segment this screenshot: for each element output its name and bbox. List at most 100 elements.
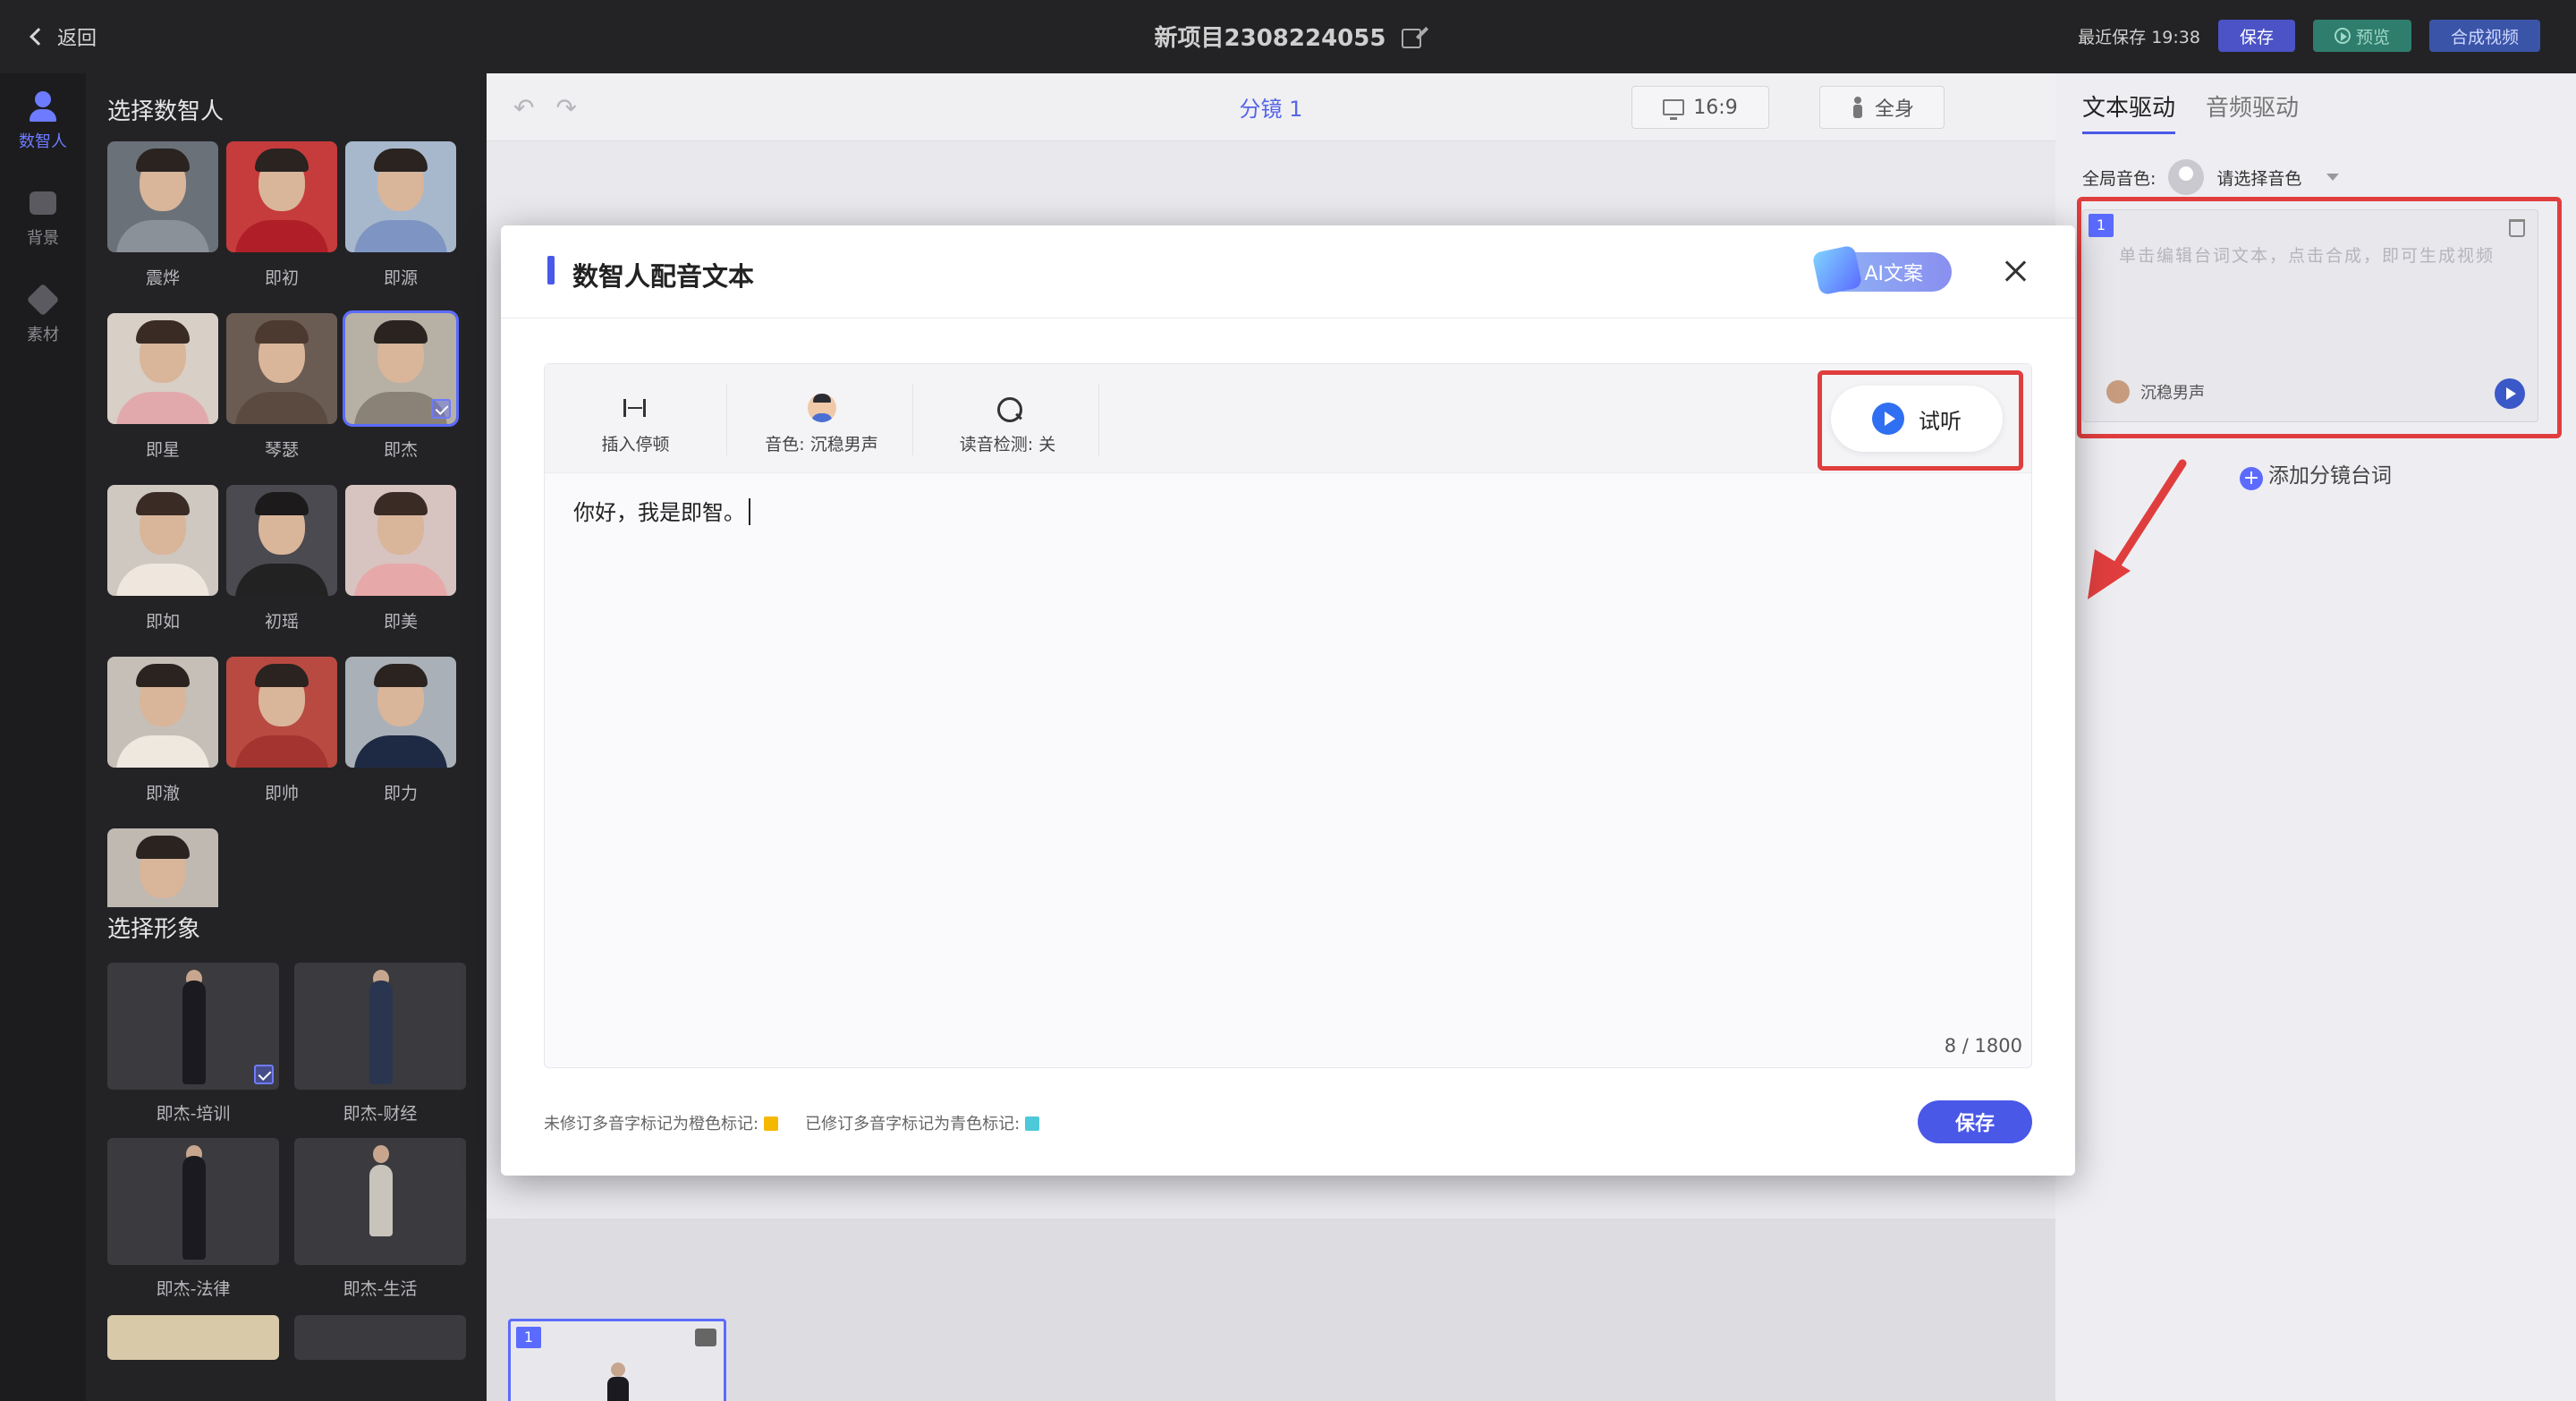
rail-item-background[interactable]: 背景 [0,170,86,267]
tool-label: 插入停顿 [601,435,670,454]
checkbox-checked-icon [254,1065,274,1084]
voice-avatar-icon [2168,159,2205,195]
rail-label: 素材 [27,326,59,344]
figure-card[interactable] [294,1315,466,1360]
tool-label: 读音检测: 关 [959,435,1056,454]
play-circle-icon [2334,28,2351,44]
figure-name: 即杰-法律 [156,1279,231,1299]
figure-card[interactable] [294,963,466,1090]
last-saved-time: 最近保存 19:38 [2078,27,2200,47]
avatar-name: 即力 [383,784,418,803]
rail-item-digital-human[interactable]: 数智人 [0,73,86,170]
rail-item-material[interactable]: 素材 [0,267,86,363]
thumbnail-figure-body [607,1377,629,1401]
avatar-name: 琴瑟 [264,440,299,460]
more-icon[interactable] [695,1329,716,1346]
scene-index: 1 [516,1327,541,1348]
cyan-swatch [1025,1117,1040,1131]
avatar-hair [374,149,428,172]
compose-button-label: 合成视频 [2450,27,2519,47]
figure-name: 即杰-培训 [156,1104,231,1124]
full-body-label: 全身 [1874,98,1914,121]
avatar-hair [374,664,428,687]
rail-label: 数智人 [19,132,67,151]
avatar-card[interactable] [345,485,456,596]
avatar-hair [255,320,309,344]
figure-card[interactable] [107,1315,279,1360]
avatar-card[interactable] [107,485,218,596]
save-button-label: 保存 [2239,27,2274,47]
voice-tool[interactable]: 音色: 沉稳男声 [731,384,913,455]
avatar-hair [255,149,309,172]
tool-label: 音色: 沉稳男声 [765,435,878,454]
figure-card-selected[interactable] [107,963,279,1090]
editor-toolbar: 插入停顿 音色: 沉稳男声 读音检测: 关 试听 [545,364,2031,473]
scene-timeline: 1 [487,1218,2055,1401]
tab-audio-drive[interactable]: 音频驱动 [2206,89,2299,134]
avatar-card[interactable] [226,141,337,252]
text-editor: 插入停顿 音色: 沉稳男声 读音检测: 关 试听 你好，我是即智。 8 / 18… [544,363,2032,1068]
preview-button-label: 预览 [2355,27,2390,47]
avatar-name: 即杰 [383,440,418,460]
global-voice-row: 全局音色: 请选择音色 [2082,159,2340,195]
avatar-card[interactable] [345,657,456,768]
avatar-shoulder [354,220,447,252]
aspect-ratio-button[interactable]: 16:9 [1631,86,1769,129]
avatar-shoulder [116,564,209,596]
avatar-shoulder [235,735,328,768]
avatar-card[interactable] [107,828,218,907]
insert-pause-tool[interactable]: 插入停顿 [545,384,727,455]
scene-thumbnail[interactable]: 1 [508,1319,726,1401]
script-text: 你好，我是即智。 [573,500,745,525]
avatar-hair [136,836,190,859]
figure-card[interactable] [107,1138,279,1265]
tab-text-drive[interactable]: 文本驱动 [2082,89,2176,134]
ai-copy-button[interactable]: AI文案 [1811,244,1952,296]
legend-cyan-label: 已修订多音字标记为青色标记: [805,1115,1021,1134]
full-body-button[interactable]: 全身 [1819,86,1945,129]
avatar-card[interactable] [345,141,456,252]
modal-save-button[interactable]: 保存 [1918,1100,2032,1143]
rail-label: 背景 [27,229,59,248]
pronunciation-check-tool[interactable]: 读音检测: 关 [917,384,1099,455]
script-textarea[interactable]: 你好，我是即智。 [573,495,2003,526]
modal-save-label: 保存 [1954,1113,1995,1135]
polyphone-legend: 未修订多音字标记为橙色标记: 已修订多音字标记为青色标记: [544,1111,1040,1134]
avatar-hair [136,492,190,515]
avatar-name: 即初 [264,268,299,288]
stage-toolbar: ↶ ↷ 分镜 1 16:9 全身 [487,73,2055,141]
avatar-card[interactable] [107,313,218,424]
avatar-card[interactable] [226,485,337,596]
legend-cyan: 已修订多音字标记为青色标记: [805,1111,1040,1134]
avatar-name: 即如 [145,612,180,632]
avatar-shoulder [354,564,447,596]
avatar-card[interactable] [226,657,337,768]
left-rail: 数智人 背景 素材 [0,73,86,1401]
avatar-card[interactable] [226,313,337,424]
global-voice-select[interactable]: 请选择音色 [2216,166,2301,190]
checkbox-checked-icon [431,399,451,419]
modal-title-text: 数智人配音文本 [572,261,755,292]
figure-head [373,1145,389,1163]
avatar-name: 初瑶 [264,612,299,632]
background-icon [26,188,60,218]
preview-button[interactable]: 预览 [2312,20,2411,52]
edit-icon[interactable] [1402,29,1422,48]
save-button[interactable]: 保存 [2217,20,2295,52]
figure-card[interactable] [294,1138,466,1265]
close-icon[interactable] [2004,259,2027,283]
avatar-hair [255,492,309,515]
highlight-box [1818,370,2023,471]
avatar-hair [255,664,309,687]
avatar-name: 震烨 [145,268,180,288]
avatar-name: 即澈 [145,784,180,803]
avatar-card[interactable] [107,657,218,768]
legend-orange-label: 未修订多音字标记为橙色标记: [544,1115,759,1134]
compose-video-button[interactable]: 合成视频 [2428,20,2540,52]
person-icon [1850,97,1866,118]
chevron-down-icon[interactable] [2326,174,2340,181]
figure-body [369,981,393,1084]
red-arrow-icon [2088,459,2187,599]
avatar-card-selected[interactable] [343,310,459,427]
avatar-card[interactable] [107,141,218,252]
